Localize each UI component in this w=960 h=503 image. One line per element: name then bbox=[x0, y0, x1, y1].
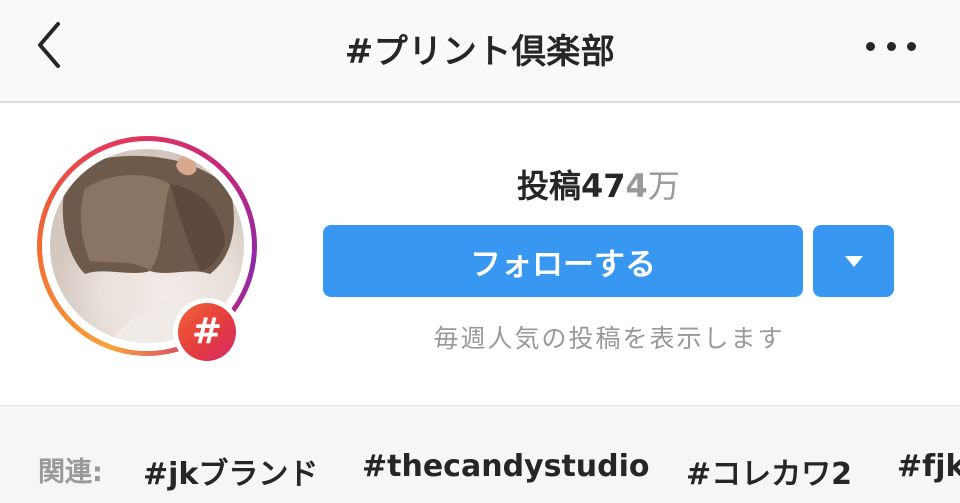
more-dot-icon bbox=[866, 41, 875, 51]
follow-options-button[interactable] bbox=[813, 225, 894, 297]
more-dot-icon bbox=[907, 41, 916, 51]
page-title: #プリント倶楽部 bbox=[344, 32, 616, 72]
weekly-top-posts-note: 毎週人気の投稿を表示します bbox=[433, 324, 785, 353]
posts-unit: 万 bbox=[647, 167, 680, 205]
caret-down-icon bbox=[844, 255, 863, 267]
posts-count-faded: 4 bbox=[625, 167, 648, 205]
related-label: 関連: bbox=[38, 457, 103, 488]
related-tag[interactable]: #thecandystudio bbox=[362, 449, 650, 484]
hashtag-header: # 投稿474万 フォローする 毎週人気の投稿を表示します bbox=[0, 103, 960, 405]
related-tag[interactable]: #fjk bbox=[897, 449, 960, 484]
hashtag-icon: # bbox=[178, 303, 236, 361]
related-tag[interactable]: #jkブランド bbox=[143, 449, 318, 493]
follow-button[interactable]: フォローする bbox=[323, 225, 803, 297]
more-dot-icon bbox=[886, 41, 896, 51]
posts-label: 投稿 bbox=[517, 167, 582, 205]
posts-count-main: 47 bbox=[581, 167, 626, 205]
hashtag-badge: # bbox=[173, 298, 241, 366]
related-tag[interactable]: #コレカワ2 bbox=[686, 449, 852, 493]
posts-count: 投稿474万 bbox=[517, 161, 680, 207]
related-tags-bar: 関連: #jkブランド #thecandystudio #コレカワ2 #fjk bbox=[0, 405, 960, 503]
top-bar: #プリント倶楽部 bbox=[0, 0, 960, 103]
more-options-button[interactable] bbox=[866, 34, 916, 58]
